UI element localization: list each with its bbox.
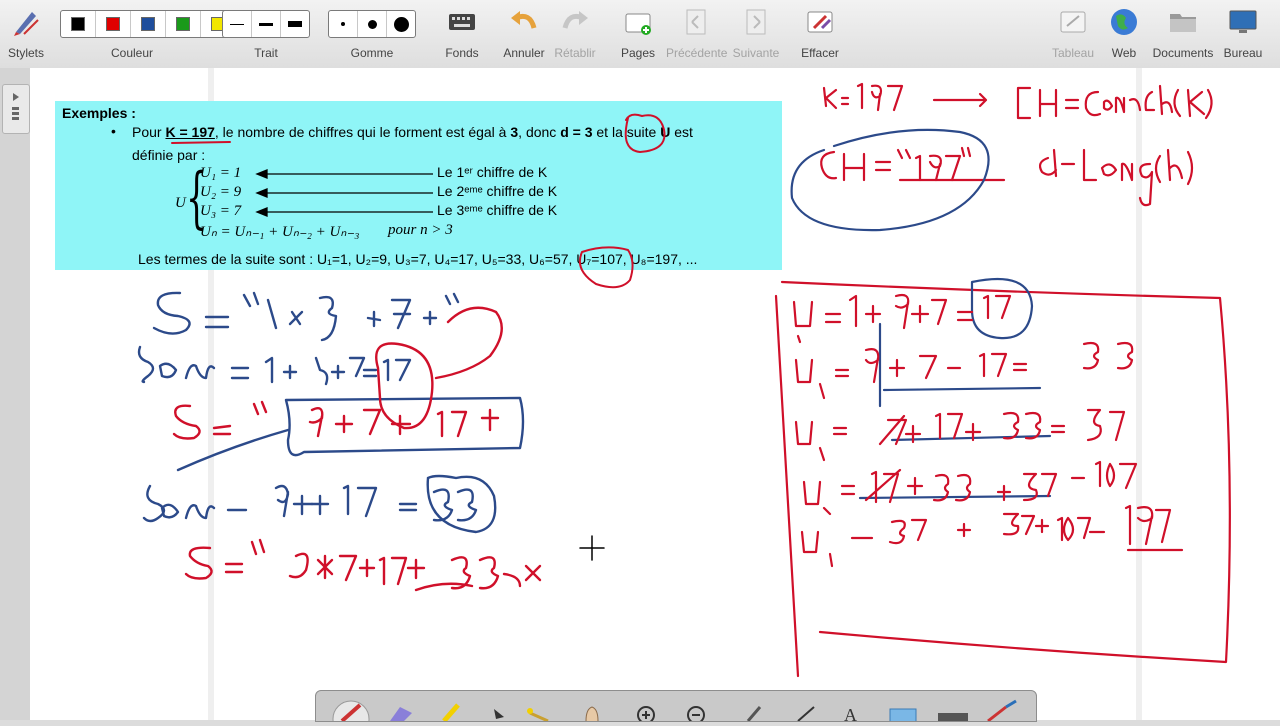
bottom-tools-bar: A xyxy=(315,690,1037,726)
svg-text:A: A xyxy=(844,705,857,721)
red-ink-box xyxy=(171,113,666,289)
pointer-tool-icon[interactable] xyxy=(746,706,762,722)
zoom-in-icon[interactable] xyxy=(637,706,655,724)
highlighter-tool-icon[interactable] xyxy=(442,703,460,723)
select-tool-icon[interactable] xyxy=(494,709,504,719)
crosshair-cursor xyxy=(579,535,605,561)
red-ink-right-top xyxy=(774,82,1231,678)
shape-tool-icon[interactable] xyxy=(889,708,917,724)
eraser-tool-icon[interactable] xyxy=(390,707,412,721)
zoom-out-icon[interactable] xyxy=(687,706,705,724)
text-tool-icon[interactable]: A xyxy=(844,705,857,725)
bottom-tools: A xyxy=(332,699,1017,726)
handwritten-annotations xyxy=(137,82,1231,678)
screen-capture-icon[interactable] xyxy=(987,699,1017,723)
hand-tool-icon[interactable] xyxy=(585,706,599,722)
pen-tool-icon[interactable] xyxy=(332,700,370,726)
magic-pen-icon[interactable] xyxy=(527,708,549,723)
line-tool-icon[interactable] xyxy=(797,706,815,722)
